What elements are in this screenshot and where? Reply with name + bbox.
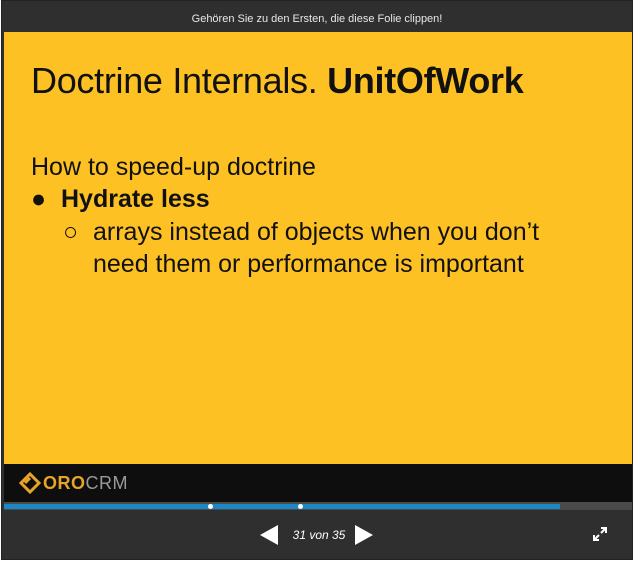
bullet-text: Hydrate less <box>61 185 210 213</box>
logo-crm: CRM <box>85 472 129 493</box>
orocrm-logo-mark-icon <box>19 472 41 494</box>
sub-bullet-text: arrays instead of objects when you don’t… <box>93 218 540 278</box>
progress-fill <box>4 504 561 509</box>
progress-marker[interactable] <box>208 504 213 509</box>
expand-arrows-icon[interactable] <box>592 526 608 542</box>
triangle-left-icon[interactable] <box>260 525 278 545</box>
logo-oro: ORO <box>43 472 86 493</box>
progress-bar[interactable] <box>4 502 632 510</box>
sub-bullet-circle: ○ <box>63 218 79 246</box>
slide-title: Doctrine Internals. UnitOfWork <box>31 60 524 102</box>
slide-subhead: How to speed-up doctrine <box>31 153 316 181</box>
progress-marker[interactable] <box>298 504 303 509</box>
triangle-right-icon[interactable] <box>355 525 373 545</box>
clip-prompt-text[interactable]: Gehören Sie zu den Ersten, die diese Fol… <box>192 13 443 25</box>
orocrm-logo: OROCRM <box>19 472 128 494</box>
clip-prompt-bar[interactable]: Gehören Sie zu den Ersten, die diese Fol… <box>2 1 632 32</box>
slide-footer: OROCRM <box>4 464 632 502</box>
slide-counter: 31 von 35 <box>292 528 346 542</box>
bullet-dot: ● <box>31 185 47 213</box>
sub-bullet-item: ○ arrays instead of objects when you don… <box>63 216 583 280</box>
slide: Doctrine Internals. UnitOfWork How to sp… <box>4 32 632 464</box>
slide-title-bold: UnitOfWork <box>327 60 524 101</box>
logo-text: OROCRM <box>43 473 128 494</box>
navigation-controls: 31 von 35 <box>2 510 632 559</box>
slide-title-normal: Doctrine Internals. <box>31 60 328 101</box>
slideshow-player: Gehören Sie zu den Ersten, die diese Fol… <box>1 0 633 560</box>
bullet-item: ● Hydrate less <box>31 185 210 214</box>
